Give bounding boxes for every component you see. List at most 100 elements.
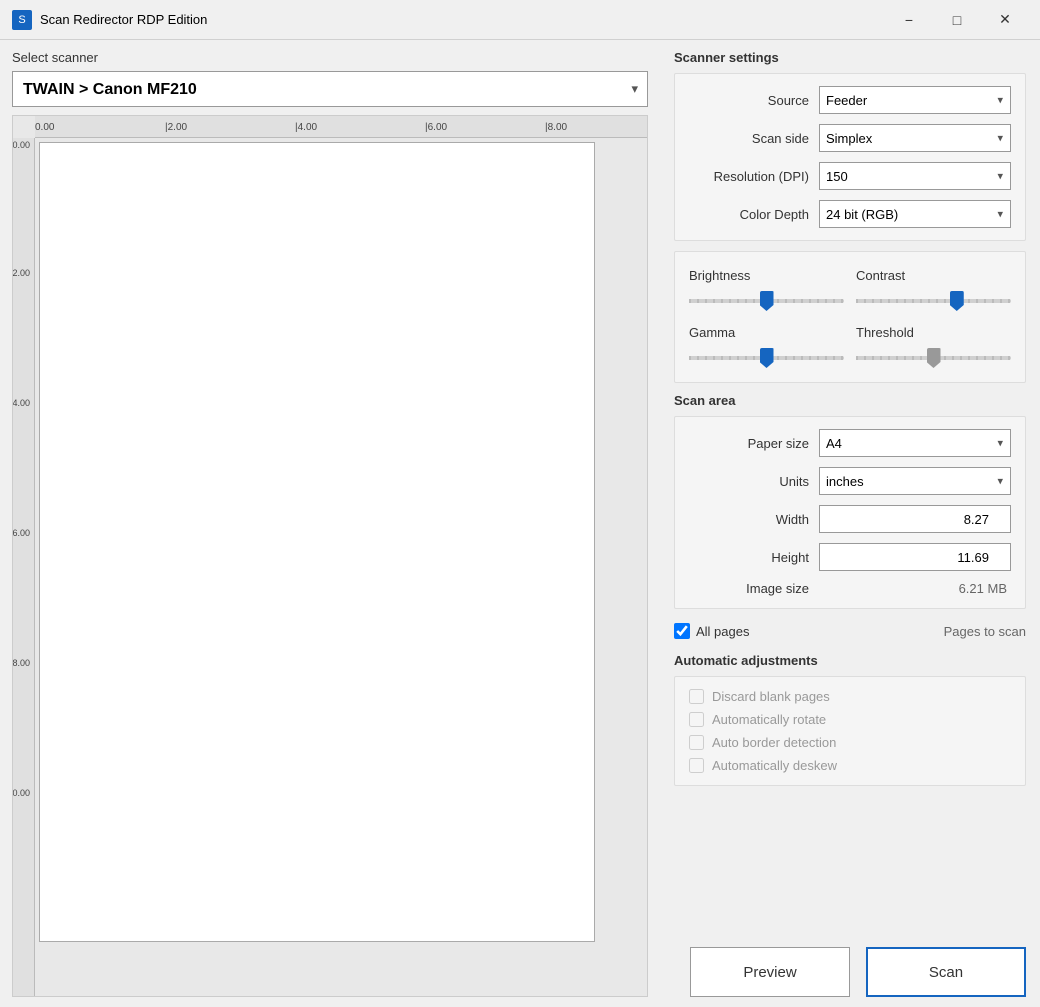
scanner-settings-box: Source Feeder Flatbed ▾ Scan side Sim bbox=[674, 73, 1026, 241]
image-size-row: Image size 6.21 MB bbox=[689, 581, 1011, 596]
scan-side-label: Scan side bbox=[689, 131, 819, 146]
scan-area-title: Scan area bbox=[674, 393, 1026, 408]
auto-deskew-label: Automatically deskew bbox=[712, 758, 837, 773]
left-panel: Select scanner TWAIN > Canon MF210 ▾ 0.0… bbox=[0, 40, 660, 1007]
resolution-label: Resolution (DPI) bbox=[689, 169, 819, 184]
ruler-top: 0.00 |2.00 |4.00 |6.00 |8.00 bbox=[35, 116, 647, 138]
width-label: Width bbox=[689, 512, 819, 527]
brightness-group: Brightness bbox=[689, 268, 844, 313]
contrast-group: Contrast bbox=[856, 268, 1011, 313]
sliders-section: Brightness Contrast bbox=[674, 251, 1026, 383]
discard-blank-pages-checkbox[interactable] bbox=[689, 689, 704, 704]
discard-blank-pages-item: Discard blank pages bbox=[689, 689, 1011, 704]
contrast-track bbox=[856, 289, 1011, 313]
scan-button[interactable]: Scan bbox=[866, 947, 1026, 997]
ruler-v-2: 2.00 bbox=[12, 268, 30, 278]
height-row: Height bbox=[689, 543, 1011, 571]
right-panel: Scanner settings Source Feeder Flatbed ▾ bbox=[660, 40, 1040, 1007]
ruler-v-0: 0.00 bbox=[12, 140, 30, 150]
threshold-track bbox=[856, 346, 1011, 370]
image-size-label: Image size bbox=[689, 581, 819, 596]
color-depth-row: Color Depth 8 bit (Gray) 24 bit (RGB) 1 … bbox=[689, 200, 1011, 228]
image-size-value: 6.21 MB bbox=[819, 581, 1011, 596]
paper-size-row: Paper size A4 Letter Legal A3 ▾ bbox=[689, 429, 1011, 457]
auto-rotate-label: Automatically rotate bbox=[712, 712, 826, 727]
contrast-bg bbox=[856, 299, 1011, 303]
threshold-bg bbox=[856, 356, 1011, 360]
color-depth-label: Color Depth bbox=[689, 207, 819, 222]
minimize-button[interactable]: − bbox=[886, 5, 932, 35]
source-select-wrapper: Feeder Flatbed ▾ bbox=[819, 86, 1011, 114]
bottom-buttons: Preview Scan bbox=[674, 939, 1026, 997]
all-pages-checkbox-label[interactable]: All pages bbox=[674, 623, 749, 639]
color-depth-select-wrapper: 8 bit (Gray) 24 bit (RGB) 1 bit (B&W) ▾ bbox=[819, 200, 1011, 228]
color-depth-select[interactable]: 8 bit (Gray) 24 bit (RGB) 1 bit (B&W) bbox=[819, 200, 1011, 228]
scanner-settings-title: Scanner settings bbox=[674, 50, 1026, 65]
ruler-v-10: 10.00 bbox=[12, 788, 30, 798]
contrast-thumb[interactable] bbox=[950, 291, 964, 311]
discard-blank-pages-label: Discard blank pages bbox=[712, 689, 830, 704]
gamma-track bbox=[689, 346, 844, 370]
scan-side-select[interactable]: Simplex Duplex bbox=[819, 124, 1011, 152]
restore-button[interactable]: □ bbox=[934, 5, 980, 35]
pages-to-scan-label: Pages to scan bbox=[944, 624, 1026, 639]
all-pages-label: All pages bbox=[696, 624, 749, 639]
auto-deskew-item: Automatically deskew bbox=[689, 758, 1011, 773]
height-input[interactable] bbox=[819, 543, 1011, 571]
auto-deskew-checkbox[interactable] bbox=[689, 758, 704, 773]
gamma-thumb[interactable] bbox=[760, 348, 774, 368]
scanner-settings-section: Scanner settings Source Feeder Flatbed ▾ bbox=[674, 50, 1026, 241]
units-select-wrapper: inches mm cm ▾ bbox=[819, 467, 1011, 495]
auto-border-detection-checkbox[interactable] bbox=[689, 735, 704, 750]
app-icon: S bbox=[12, 10, 32, 30]
auto-rotate-item: Automatically rotate bbox=[689, 712, 1011, 727]
contrast-label: Contrast bbox=[856, 268, 1011, 283]
threshold-label: Threshold bbox=[856, 325, 1011, 340]
resolution-select[interactable]: 75 150 300 600 bbox=[819, 162, 1011, 190]
brightness-bg bbox=[689, 299, 844, 303]
source-select[interactable]: Feeder Flatbed bbox=[819, 86, 1011, 114]
paper-size-label: Paper size bbox=[689, 436, 819, 451]
source-row: Source Feeder Flatbed ▾ bbox=[689, 86, 1011, 114]
gamma-bg bbox=[689, 356, 844, 360]
gamma-group: Gamma bbox=[689, 325, 844, 370]
units-select[interactable]: inches mm cm bbox=[819, 467, 1011, 495]
ruler-v-4: 4.00 bbox=[12, 398, 30, 408]
close-button[interactable]: ✕ bbox=[982, 5, 1028, 35]
paper-size-select-wrapper: A4 Letter Legal A3 ▾ bbox=[819, 429, 1011, 457]
units-row: Units inches mm cm ▾ bbox=[689, 467, 1011, 495]
brightness-label: Brightness bbox=[689, 268, 844, 283]
preview-button[interactable]: Preview bbox=[690, 947, 850, 997]
paper-size-select[interactable]: A4 Letter Legal A3 bbox=[819, 429, 1011, 457]
brightness-thumb[interactable] bbox=[760, 291, 774, 311]
resolution-select-wrapper: 75 150 300 600 ▾ bbox=[819, 162, 1011, 190]
ruler-h-8: |8.00 bbox=[545, 122, 567, 133]
app-title: Scan Redirector RDP Edition bbox=[40, 12, 886, 27]
all-pages-row: All pages Pages to scan bbox=[674, 619, 1026, 643]
width-input[interactable] bbox=[819, 505, 1011, 533]
sliders-container: Brightness Contrast bbox=[689, 268, 1011, 313]
scanner-select-wrapper: TWAIN > Canon MF210 ▾ bbox=[12, 71, 648, 107]
scan-preview-area bbox=[35, 138, 647, 996]
auto-border-detection-item: Auto border detection bbox=[689, 735, 1011, 750]
select-scanner-label: Select scanner bbox=[12, 50, 648, 65]
window-controls: − □ ✕ bbox=[886, 5, 1028, 35]
threshold-thumb[interactable] bbox=[927, 348, 941, 368]
gamma-label: Gamma bbox=[689, 325, 844, 340]
units-label: Units bbox=[689, 474, 819, 489]
scanner-select[interactable]: TWAIN > Canon MF210 bbox=[12, 71, 648, 107]
threshold-group: Threshold bbox=[856, 325, 1011, 370]
height-label: Height bbox=[689, 550, 819, 565]
auto-adjustments-section: Automatic adjustments Discard blank page… bbox=[674, 653, 1026, 786]
auto-adjustments-title: Automatic adjustments bbox=[674, 653, 1026, 668]
all-pages-checkbox[interactable] bbox=[674, 623, 690, 639]
ruler-v-8: 8.00 bbox=[12, 658, 30, 668]
scan-side-select-wrapper: Simplex Duplex ▾ bbox=[819, 124, 1011, 152]
preview-container: 0.00 |2.00 |4.00 |6.00 |8.00 0.00 2.00 4… bbox=[12, 115, 648, 997]
brightness-track bbox=[689, 289, 844, 313]
ruler-h-0: 0.00 bbox=[35, 122, 54, 133]
ruler-h-6: |6.00 bbox=[425, 122, 447, 133]
ruler-h-2: |2.00 bbox=[165, 122, 187, 133]
auto-rotate-checkbox[interactable] bbox=[689, 712, 704, 727]
width-row: Width bbox=[689, 505, 1011, 533]
